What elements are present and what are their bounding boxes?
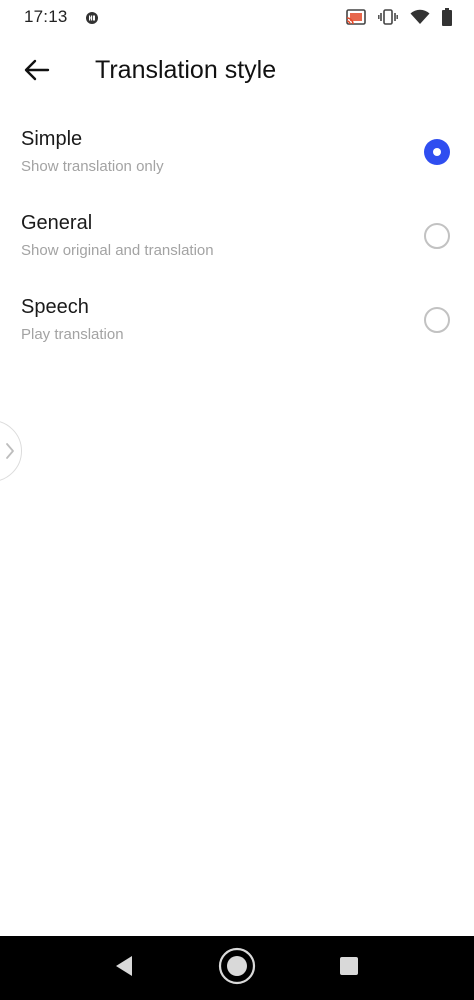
app-bar: Translation style	[0, 40, 474, 106]
vibrate-icon	[378, 9, 398, 25]
translation-style-options: Simple Show translation only General Sho…	[0, 109, 474, 361]
status-bar: 17:13	[0, 0, 474, 36]
nav-back-button[interactable]	[104, 936, 144, 1000]
back-button[interactable]	[17, 52, 57, 92]
wifi-icon	[410, 9, 430, 25]
nav-home-button[interactable]	[216, 936, 258, 1000]
option-title: General	[21, 212, 93, 234]
nav-recents-button[interactable]	[330, 936, 368, 1000]
arrow-left-icon	[24, 59, 50, 86]
recents-square-icon	[339, 956, 359, 981]
option-subtitle: Play translation	[21, 326, 124, 343]
status-time: 17:13	[24, 7, 68, 26]
option-subtitle: Show translation only	[21, 158, 164, 175]
option-title: Simple	[21, 128, 83, 150]
radio-button[interactable]	[424, 223, 450, 249]
status-icons	[346, 7, 452, 27]
navigation-bar	[0, 936, 474, 1000]
home-circle-icon	[217, 946, 257, 991]
option-title: Speech	[21, 296, 89, 318]
option-speech[interactable]: Speech Play translation	[0, 277, 474, 361]
battery-icon	[442, 8, 452, 26]
option-subtitle: Show original and translation	[21, 242, 214, 259]
radio-button-selected[interactable]	[424, 139, 450, 165]
back-triangle-icon	[114, 955, 134, 982]
chevron-right-icon	[5, 442, 15, 465]
page-title: Translation style	[95, 56, 277, 84]
option-general[interactable]: General Show original and translation	[0, 193, 474, 277]
hd-icon	[86, 11, 98, 24]
radio-button[interactable]	[424, 307, 450, 333]
screen: 17:13 Translation style Simple Show tran…	[0, 0, 474, 1000]
edge-panel-handle[interactable]	[0, 420, 22, 482]
cast-icon	[346, 9, 366, 25]
option-simple[interactable]: Simple Show translation only	[0, 109, 474, 193]
